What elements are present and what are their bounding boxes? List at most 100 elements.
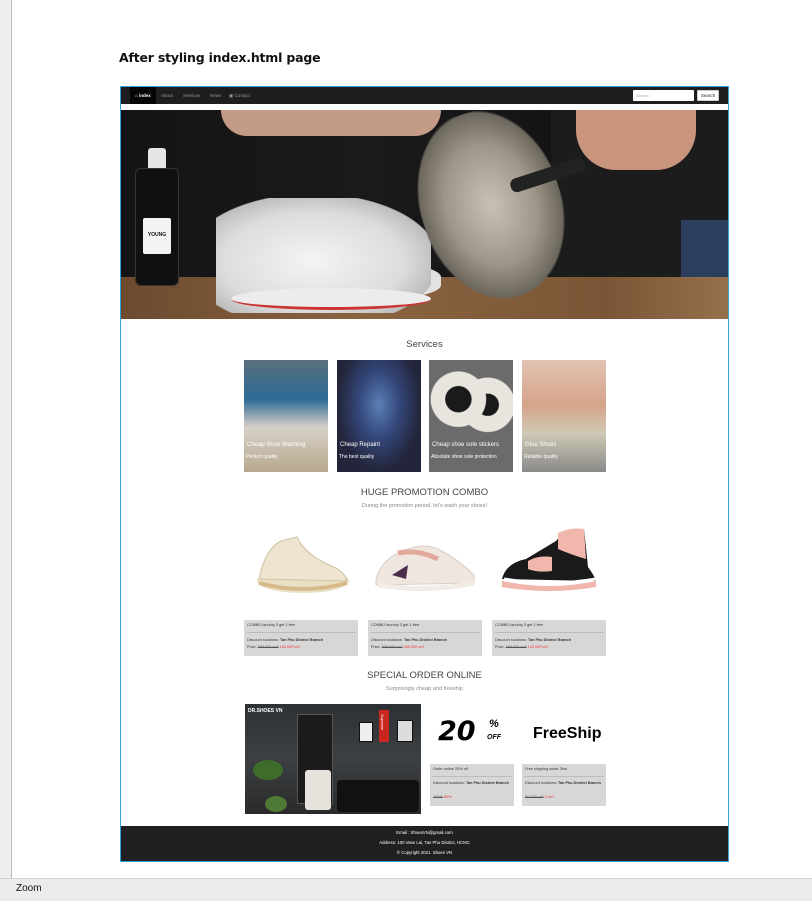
product-card[interactable]: COMBO laundry 3 get 1 free Discount loca…	[492, 620, 606, 656]
product-location: Discount locations: Tan Phu District Bra…	[371, 638, 447, 642]
website-screenshot-frame: ⌂ index About Services News ▣ Contact Se…	[120, 86, 729, 862]
nav-item-news[interactable]: News	[210, 87, 221, 104]
store-poster: Supreme	[379, 710, 389, 742]
product-name: COMBO laundry 3 get 1 free	[495, 623, 544, 627]
promo-banner-off: OFF	[487, 734, 501, 741]
service-card-label: Glue Shoes	[525, 442, 557, 448]
site-navbar: ⌂ index About Services News ▣ Contact Se…	[121, 87, 728, 104]
footer-email: Email : ShoesVN@gmail.com	[396, 830, 453, 835]
zoom-label[interactable]: Zoom	[16, 883, 42, 894]
nav-item-services[interactable]: Services	[183, 87, 200, 104]
product-price-label: Price:	[247, 645, 257, 649]
product-price-label: Price:	[495, 645, 505, 649]
hero-hand	[576, 110, 696, 170]
special-title: SPECIAL ORDER ONLINE	[367, 670, 482, 681]
document-left-gutter	[0, 0, 12, 878]
product-price: Price: 200.000 vn₫ 150.000 vn₫	[247, 645, 300, 649]
promo-banner-20-off: 20 % OFF	[430, 704, 514, 759]
nav-contact-label: Contact	[234, 93, 251, 98]
store-machine	[305, 770, 331, 810]
store-frame	[397, 720, 413, 742]
product-name: COMBO laundry 3 get 1 free	[247, 623, 296, 627]
nav-item-contact[interactable]: ▣ Contact	[229, 87, 250, 104]
product-old-price: 200.000 vn₫	[257, 645, 279, 649]
offer-location: Discount locations: Tan Phu District Bra…	[433, 781, 513, 786]
product-divider	[246, 632, 356, 633]
offer-name: Free shipping under 3km	[525, 767, 567, 771]
footer-copyright: © Copyright 2021. Shoes VN	[396, 850, 453, 855]
store-plant	[253, 760, 283, 780]
product-location: Discount locations: Tan Phu District Bra…	[247, 638, 323, 642]
offer-location: Discount locations: Tan Phu District Bra…	[525, 781, 605, 786]
service-card-washing[interactable]: Cheap Shoe Washing Perfect quality	[244, 360, 328, 472]
offer-card[interactable]: Order online 20% off Discount locations:…	[430, 764, 514, 806]
product-image-sneaker-black-pink	[492, 519, 605, 611]
offer-divider	[432, 776, 512, 777]
offer-price: 60.000 vn₫ 0 vn₫	[525, 795, 554, 799]
offer-old-price: 60.000 vn₫	[525, 795, 544, 799]
nav-index-label: index	[138, 93, 151, 98]
store-poster-text: Supreme	[380, 714, 385, 731]
offer-new-price: 80%	[443, 795, 452, 799]
promo-banner-freeship-text: FreeShip	[533, 725, 602, 742]
product-card[interactable]: COMBO laundry 3 get 1 free Discount loca…	[244, 620, 358, 656]
product-card[interactable]: COMBO laundry 3 get 1 free Discount loca…	[368, 620, 482, 656]
store-plant	[265, 796, 287, 812]
promotion-subtitle: During the promotion period, let's wash …	[361, 503, 488, 509]
product-location: Discount locations: Tan Phu District Bra…	[495, 638, 571, 642]
offer-card[interactable]: Free shipping under 3km Discount locatio…	[522, 764, 606, 806]
service-card-label: Cheap shoe sole stickers	[432, 442, 500, 448]
store-interior-photo: DR.SHOES VN Supreme	[245, 704, 421, 814]
product-divider	[494, 632, 604, 633]
product-new-price: 150.000 vn₫	[279, 645, 301, 649]
services-title: Services	[406, 339, 443, 350]
search-input[interactable]: Search	[633, 90, 694, 101]
product-new-price: 120.000 vn₫	[527, 645, 549, 649]
product-location-label: Discount locations:	[495, 638, 527, 642]
product-image-sneaker-pink	[368, 519, 481, 611]
offer-name: Order online 20% off	[433, 767, 468, 771]
offer-location-label: Discount locations:	[525, 781, 557, 785]
product-image-sneaker-cream	[245, 519, 358, 611]
promo-banner-percent: %	[489, 718, 499, 730]
product-old-price: 160.000 vn₫	[505, 645, 527, 649]
hero-bottle-label: YOUNG	[143, 218, 171, 254]
site-footer: Email : ShoesVN@gmail.com Address: 100 V…	[121, 826, 728, 861]
status-bar: Zoom	[0, 878, 812, 901]
offer-old-price: 100%	[433, 795, 443, 799]
promo-banner-freeship: FreeShip	[522, 704, 606, 759]
offer-divider	[524, 776, 604, 777]
service-card-sub: Reliable quality	[524, 454, 558, 460]
search-button[interactable]: Search	[697, 90, 719, 101]
product-new-price: 450.000 vn₫	[403, 645, 425, 649]
hero-sneaker-sole	[231, 288, 431, 310]
service-card-label: Cheap Repaint	[340, 442, 381, 448]
store-sign: DR.SHOES VN	[248, 708, 283, 714]
offer-new-price: 0 vn₫	[544, 795, 554, 799]
service-card-sole-stickers[interactable]: Cheap shoe sole stickers Absolute shoe s…	[429, 360, 513, 472]
promo-banner-number: 20	[438, 716, 476, 747]
offer-location-value: Tan Phu District Branch	[465, 781, 509, 785]
nav-item-about[interactable]: About	[161, 87, 173, 104]
special-subtitle: Surprisingly cheap and freeship	[385, 686, 464, 692]
product-location-value: Tan Phu District Branch	[403, 638, 447, 642]
hero-bottle-brand: YOUNG	[147, 232, 167, 238]
service-card-sub: Absolute shoe sole protection	[431, 454, 497, 460]
product-old-price: 600.000 vn₫	[381, 645, 403, 649]
service-card-sub: The best quality	[339, 454, 375, 460]
product-price: Price: 600.000 vn₫ 450.000 vn₫	[371, 645, 424, 649]
service-card-repaint[interactable]: Cheap Repaint The best quality	[337, 360, 421, 472]
nav-item-index[interactable]: ⌂ index	[130, 87, 156, 104]
hero-image-shoe-cleaning: YOUNG	[121, 110, 728, 319]
product-location-label: Discount locations:	[371, 638, 403, 642]
product-location-value: Tan Phu District Branch	[279, 638, 323, 642]
product-location-value: Tan Phu District Branch	[527, 638, 571, 642]
footer-address: Address: 100 Vase Lai, Tan Phu District,…	[379, 840, 470, 845]
service-card-label: Cheap Shoe Washing	[247, 442, 306, 448]
product-divider	[370, 632, 480, 633]
service-card-glue[interactable]: Glue Shoes Reliable quality	[522, 360, 606, 472]
store-frame	[359, 722, 373, 742]
product-price: Price: 160.000 vn₫ 120.000 vn₫	[495, 645, 548, 649]
store-sofa	[337, 780, 419, 812]
offer-location-label: Discount locations:	[433, 781, 465, 785]
